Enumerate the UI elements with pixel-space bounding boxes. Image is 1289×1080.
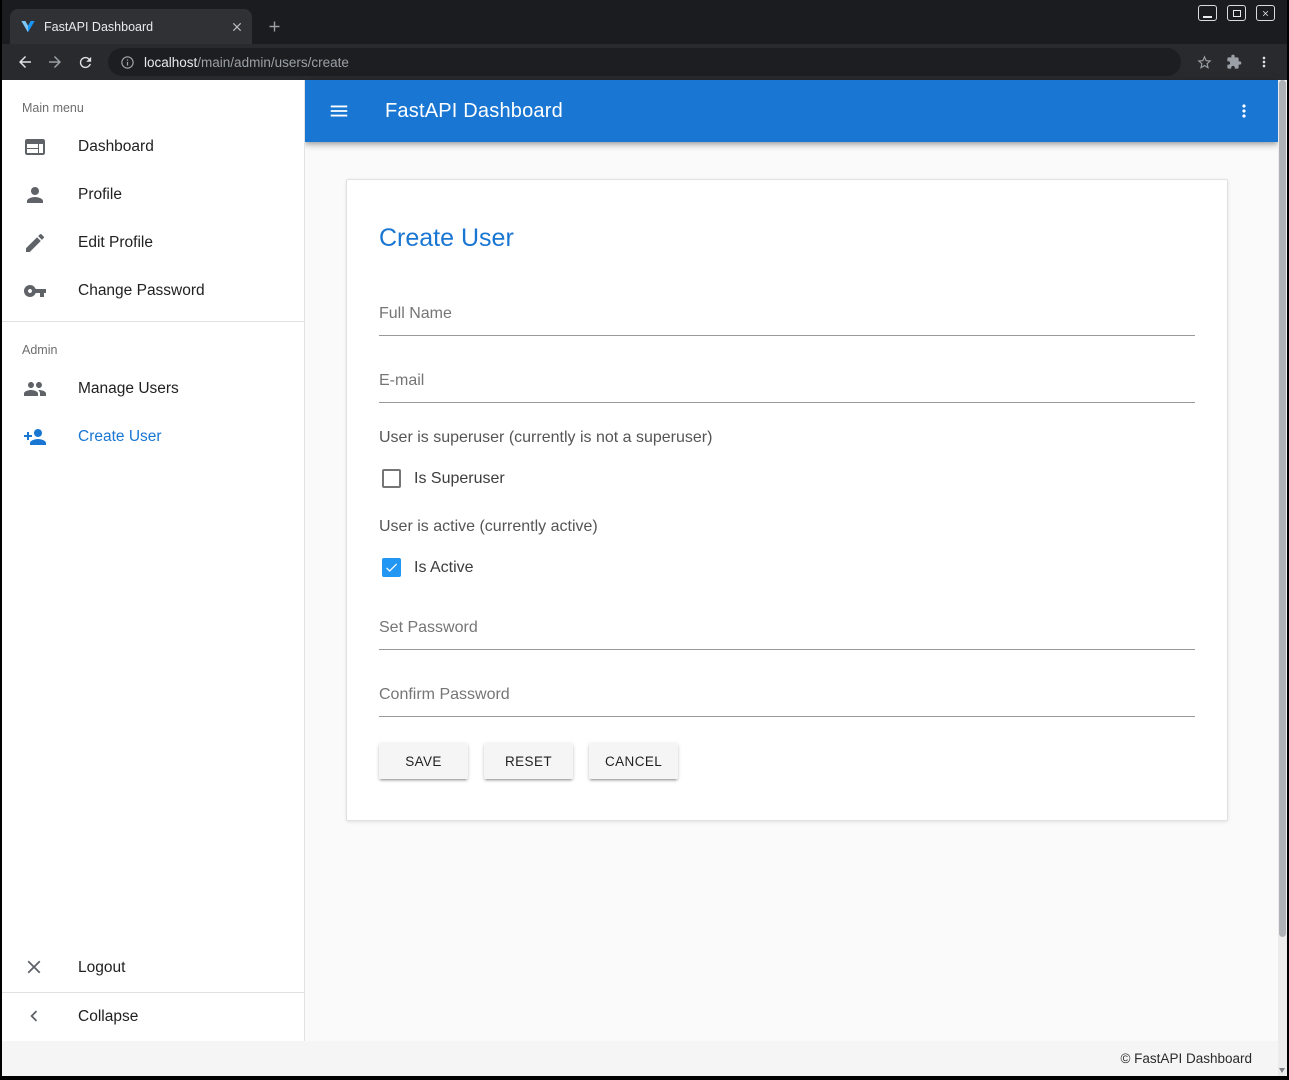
app-footer: © FastAPI Dashboard (2, 1041, 1278, 1076)
footer-copyright: © FastAPI Dashboard (1120, 1051, 1252, 1066)
browser-menu-icon[interactable] (1249, 47, 1279, 77)
app-bar: FastAPI Dashboard (305, 80, 1278, 142)
reload-icon[interactable] (70, 47, 100, 77)
browser-tab[interactable]: FastAPI Dashboard (10, 9, 252, 44)
page-content: Create User User is superuser (currently… (305, 142, 1278, 1041)
scrollbar-down-arrow-icon[interactable] (1279, 1068, 1285, 1073)
maximize-button[interactable] (1227, 5, 1246, 21)
active-checkbox-label[interactable]: Is Active (414, 559, 474, 577)
sidebar-item-change-password[interactable]: Change Password (2, 267, 304, 315)
sidebar-item-label: Profile (78, 186, 122, 204)
scrollbar-thumb[interactable] (1279, 80, 1286, 937)
superuser-hint: User is superuser (currently is not a su… (379, 429, 1195, 447)
sidebar-item-label: Change Password (78, 282, 205, 300)
sidebar-section-admin: Admin (2, 322, 304, 365)
active-checkbox[interactable] (382, 558, 401, 577)
back-icon[interactable] (10, 47, 40, 77)
main-area: FastAPI Dashboard Create User User is su… (305, 80, 1278, 1076)
sidebar-item-label: Dashboard (78, 138, 154, 156)
forward-icon[interactable] (40, 47, 70, 77)
active-checkbox-row: Is Active (379, 558, 1195, 577)
full-name-field-wrap (379, 295, 1195, 336)
minimize-button[interactable] (1198, 5, 1217, 21)
sidebar-item-label: Create User (78, 428, 162, 446)
sidebar-item-label: Edit Profile (78, 234, 153, 252)
page-title: Create User (379, 224, 1195, 253)
people-icon (23, 377, 47, 401)
tab-title: FastAPI Dashboard (44, 20, 220, 34)
sidebar-item-label: Collapse (78, 1008, 138, 1026)
new-tab-button[interactable] (260, 12, 288, 40)
sidebar-item-dashboard[interactable]: Dashboard (2, 123, 304, 171)
set-password-input[interactable] (379, 609, 1195, 650)
reset-button[interactable]: RESET (484, 743, 573, 779)
tab-strip: FastAPI Dashboard (2, 0, 1287, 44)
superuser-checkbox-label[interactable]: Is Superuser (414, 470, 505, 488)
bookmark-star-icon[interactable] (1189, 47, 1219, 77)
sidebar-item-edit-profile[interactable]: Edit Profile (2, 219, 304, 267)
save-button[interactable]: SAVE (379, 743, 468, 779)
confirm-password-input[interactable] (379, 676, 1195, 717)
active-hint: User is active (currently active) (379, 518, 1195, 536)
appbar-overflow-icon[interactable] (1224, 91, 1264, 131)
sidebar-item-create-user[interactable]: Create User (2, 413, 304, 461)
set-password-field-wrap (379, 609, 1195, 650)
vertical-scrollbar[interactable] (1278, 80, 1287, 1076)
browser-window: FastAPI Dashboard (0, 0, 1289, 1080)
chevron-left-icon (23, 1005, 47, 1029)
url-text: localhost/main/admin/users/create (144, 55, 349, 70)
logout-x-icon (23, 956, 47, 980)
app-page: Main menu Dashboard Profile Edit Profile (2, 80, 1287, 1076)
email-field-wrap (379, 362, 1195, 403)
cancel-button[interactable]: CANCEL (589, 743, 678, 779)
sidebar-item-label: Manage Users (78, 380, 179, 398)
email-input[interactable] (379, 362, 1195, 403)
close-button[interactable] (1256, 5, 1275, 21)
form-actions: SAVE RESET CANCEL (379, 743, 1195, 779)
app-title: FastAPI Dashboard (385, 100, 563, 123)
site-info-icon[interactable] (120, 55, 135, 70)
sidebar-section-main: Main menu (2, 80, 304, 123)
person-add-icon (23, 425, 47, 449)
sidebar: Main menu Dashboard Profile Edit Profile (2, 80, 305, 1076)
sidebar-item-collapse[interactable]: Collapse (2, 993, 304, 1041)
browser-toolbar: localhost/main/admin/users/create (2, 44, 1287, 80)
dashboard-icon (23, 135, 47, 159)
sidebar-item-manage-users[interactable]: Manage Users (2, 365, 304, 413)
pencil-icon (23, 231, 47, 255)
address-bar[interactable]: localhost/main/admin/users/create (108, 48, 1181, 76)
create-user-card: Create User User is superuser (currently… (346, 179, 1228, 821)
person-icon (23, 183, 47, 207)
hamburger-menu-icon[interactable] (319, 91, 359, 131)
confirm-password-field-wrap (379, 676, 1195, 717)
superuser-checkbox-row: Is Superuser (379, 469, 1195, 488)
sidebar-item-profile[interactable]: Profile (2, 171, 304, 219)
superuser-checkbox[interactable] (382, 469, 401, 488)
sidebar-item-label: Logout (78, 959, 125, 977)
vuetify-logo-icon (20, 19, 36, 35)
key-icon (23, 279, 47, 303)
window-controls (1198, 5, 1275, 21)
tab-close-icon[interactable] (228, 18, 246, 36)
full-name-input[interactable] (379, 295, 1195, 336)
sidebar-item-logout[interactable]: Logout (2, 944, 304, 992)
extension-icon[interactable] (1219, 47, 1249, 77)
